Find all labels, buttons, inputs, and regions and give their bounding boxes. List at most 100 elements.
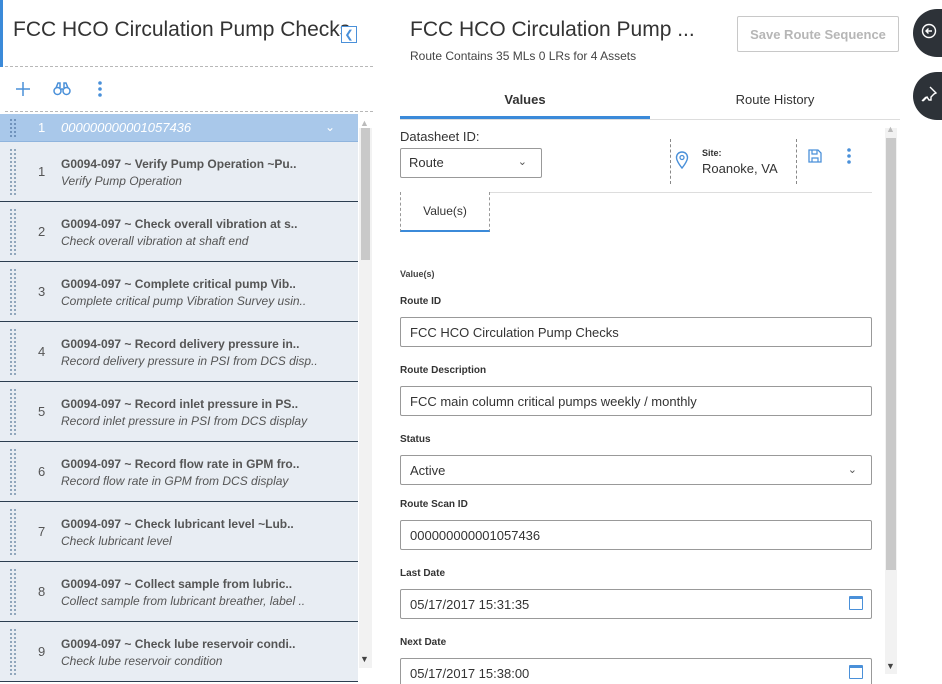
drag-handle-icon[interactable] [9,388,17,436]
group-label: 000000000001057436 [61,120,192,135]
datasheet-select[interactable]: Route ⌄ [400,148,542,178]
drag-handle-icon[interactable] [9,328,17,376]
save-route-sequence-button[interactable]: Save Route Sequence [737,16,899,52]
item-title: G0094-097 ~ Check lubricant level ~Lub.. [61,517,294,531]
section-label: Value(s) [400,269,435,279]
scroll-down-icon[interactable]: ▼ [886,661,895,671]
add-icon[interactable] [12,78,34,100]
drag-handle-icon[interactable] [9,148,17,196]
item-subtitle: Collect sample from lubricant breather, … [61,594,306,608]
last-date-value: 05/17/2017 15:31:35 [410,597,530,612]
item-subtitle: Check lubricant level [61,534,172,548]
pin-button[interactable] [913,72,942,120]
item-title: G0094-097 ~ Verify Pump Operation ~Pu.. [61,157,297,171]
route-scan-id-value: 000000000001057436 [410,528,541,543]
item-title: G0094-097 ~ Check overall vibration at s… [61,217,298,231]
subtab-values[interactable]: Value(s) [400,192,490,232]
drag-handle-icon[interactable] [9,208,17,256]
list-item[interactable]: 7 G0094-097 ~ Check lubricant level ~Lub… [0,502,358,562]
content-scrollbar[interactable] [885,128,897,674]
item-title: G0094-097 ~ Record flow rate in GPM fro.… [61,457,300,471]
datasheet-content: Datasheet ID: Route ⌄ Site: Roanoke, VA … [400,121,884,684]
sign-out-button[interactable] [913,9,942,57]
route-scan-id-field[interactable]: 000000000001057436 [400,520,872,550]
group-row[interactable]: 1 000000000001057436 ⌄ [0,114,358,142]
site-label: Site: [702,148,722,158]
drag-handle-icon[interactable] [9,268,17,316]
item-subtitle: Record delivery pressure in PSI from DCS… [61,354,318,368]
calendar-icon[interactable] [849,665,863,679]
status-select[interactable]: Active ⌄ [400,455,872,485]
next-date-value: 05/17/2017 15:38:00 [410,666,530,681]
binoculars-icon[interactable] [51,78,73,100]
item-number: 2 [38,224,46,239]
item-title: G0094-097 ~ Collect sample from lubric.. [61,577,293,591]
item-number: 6 [38,464,46,479]
more-vertical-icon[interactable] [89,78,111,100]
list-item[interactable]: 6 G0094-097 ~ Record flow rate in GPM fr… [0,442,358,502]
drag-handle-icon[interactable] [9,628,17,676]
toolbar-divider [5,111,373,112]
item-number: 4 [38,344,46,359]
chevron-down-icon[interactable]: ⌄ [325,120,335,134]
tab-route-history[interactable]: Route History [650,78,900,120]
more-vertical-icon[interactable] [847,148,851,169]
route-summary: Route Contains 35 MLs 0 LRs for 4 Assets [410,49,637,63]
scroll-up-icon[interactable]: ▲ [886,124,895,134]
drag-handle-icon[interactable] [9,568,17,616]
next-date-label: Next Date [400,637,447,648]
scroll-down-icon[interactable]: ▼ [360,654,369,664]
route-description-value: FCC main column critical pumps weekly / … [410,394,697,409]
drag-handle-icon[interactable] [9,508,17,556]
drag-handle-icon[interactable] [9,118,17,138]
route-id-field[interactable]: FCC HCO Circulation Pump Checks [400,317,872,347]
route-description-field[interactable]: FCC main column critical pumps weekly / … [400,386,872,416]
route-title: FCC HCO Circulation Pump Checks [13,18,351,41]
calendar-icon[interactable] [849,596,863,610]
app-root: FCC HCO Circulation Pump Checks ❮ 1 0000… [0,0,942,684]
route-scan-id-label: Route Scan ID [400,499,468,510]
chevron-down-icon: ⌄ [517,156,527,168]
list-item[interactable]: 8 G0094-097 ~ Collect sample from lubric… [0,562,358,622]
item-subtitle: Record inlet pressure in PSI from DCS di… [61,414,308,428]
content-scrollbar-thumb[interactable] [886,138,896,570]
datasheet-label: Datasheet ID: [400,129,480,144]
list-item[interactable]: 1 G0094-097 ~ Verify Pump Operation ~Pu.… [0,142,358,202]
next-date-field[interactable]: 05/17/2017 15:38:00 [400,658,872,684]
last-date-label: Last Date [400,568,446,579]
page-title: FCC HCO Circulation Pump ... [410,18,695,41]
divider [796,139,797,184]
save-icon[interactable] [807,148,823,164]
item-subtitle: Record flow rate in GPM from DCS display [61,474,289,488]
list-scrollbar[interactable] [359,128,372,668]
list-item[interactable]: 4 G0094-097 ~ Record delivery pressure i… [0,322,358,382]
list-item[interactable]: 3 G0094-097 ~ Complete critical pump Vib… [0,262,358,322]
route-id-label: Route ID [400,296,442,307]
item-subtitle: Verify Pump Operation [61,174,182,188]
item-number: 5 [38,404,46,419]
item-title: G0094-097 ~ Complete critical pump Vib.. [61,277,296,291]
list-item[interactable]: 5 G0094-097 ~ Record inlet pressure in P… [0,382,358,442]
collapse-left-icon: ❮ [344,29,354,41]
status-value: Active [410,463,446,478]
item-number: 9 [38,644,46,659]
item-title: G0094-097 ~ Record inlet pressure in PS.… [61,397,299,411]
item-title: G0094-097 ~ Check lube reservoir condi.. [61,637,296,651]
active-tab-indicator [400,116,650,119]
item-number: 7 [38,524,46,539]
tab-bar: Values Route History [400,78,900,120]
item-number: 1 [38,164,46,179]
sign-out-icon [921,23,937,44]
location-pin-icon [675,151,689,174]
list-item[interactable]: 9 G0094-097 ~ Check lube reservoir condi… [0,622,358,682]
collapse-panel-button[interactable]: ❮ [341,26,357,43]
scroll-up-icon[interactable]: ▲ [360,118,369,128]
list-scrollbar-thumb[interactable] [361,128,370,260]
last-date-field[interactable]: 05/17/2017 15:31:35 [400,589,872,619]
drag-handle-icon[interactable] [9,448,17,496]
list-item[interactable]: 2 G0094-097 ~ Check overall vibration at… [0,202,358,262]
tab-values[interactable]: Values [400,78,650,120]
item-number: 3 [38,284,46,299]
site-value: Roanoke, VA [702,161,778,176]
route-id-value: FCC HCO Circulation Pump Checks [410,325,619,340]
